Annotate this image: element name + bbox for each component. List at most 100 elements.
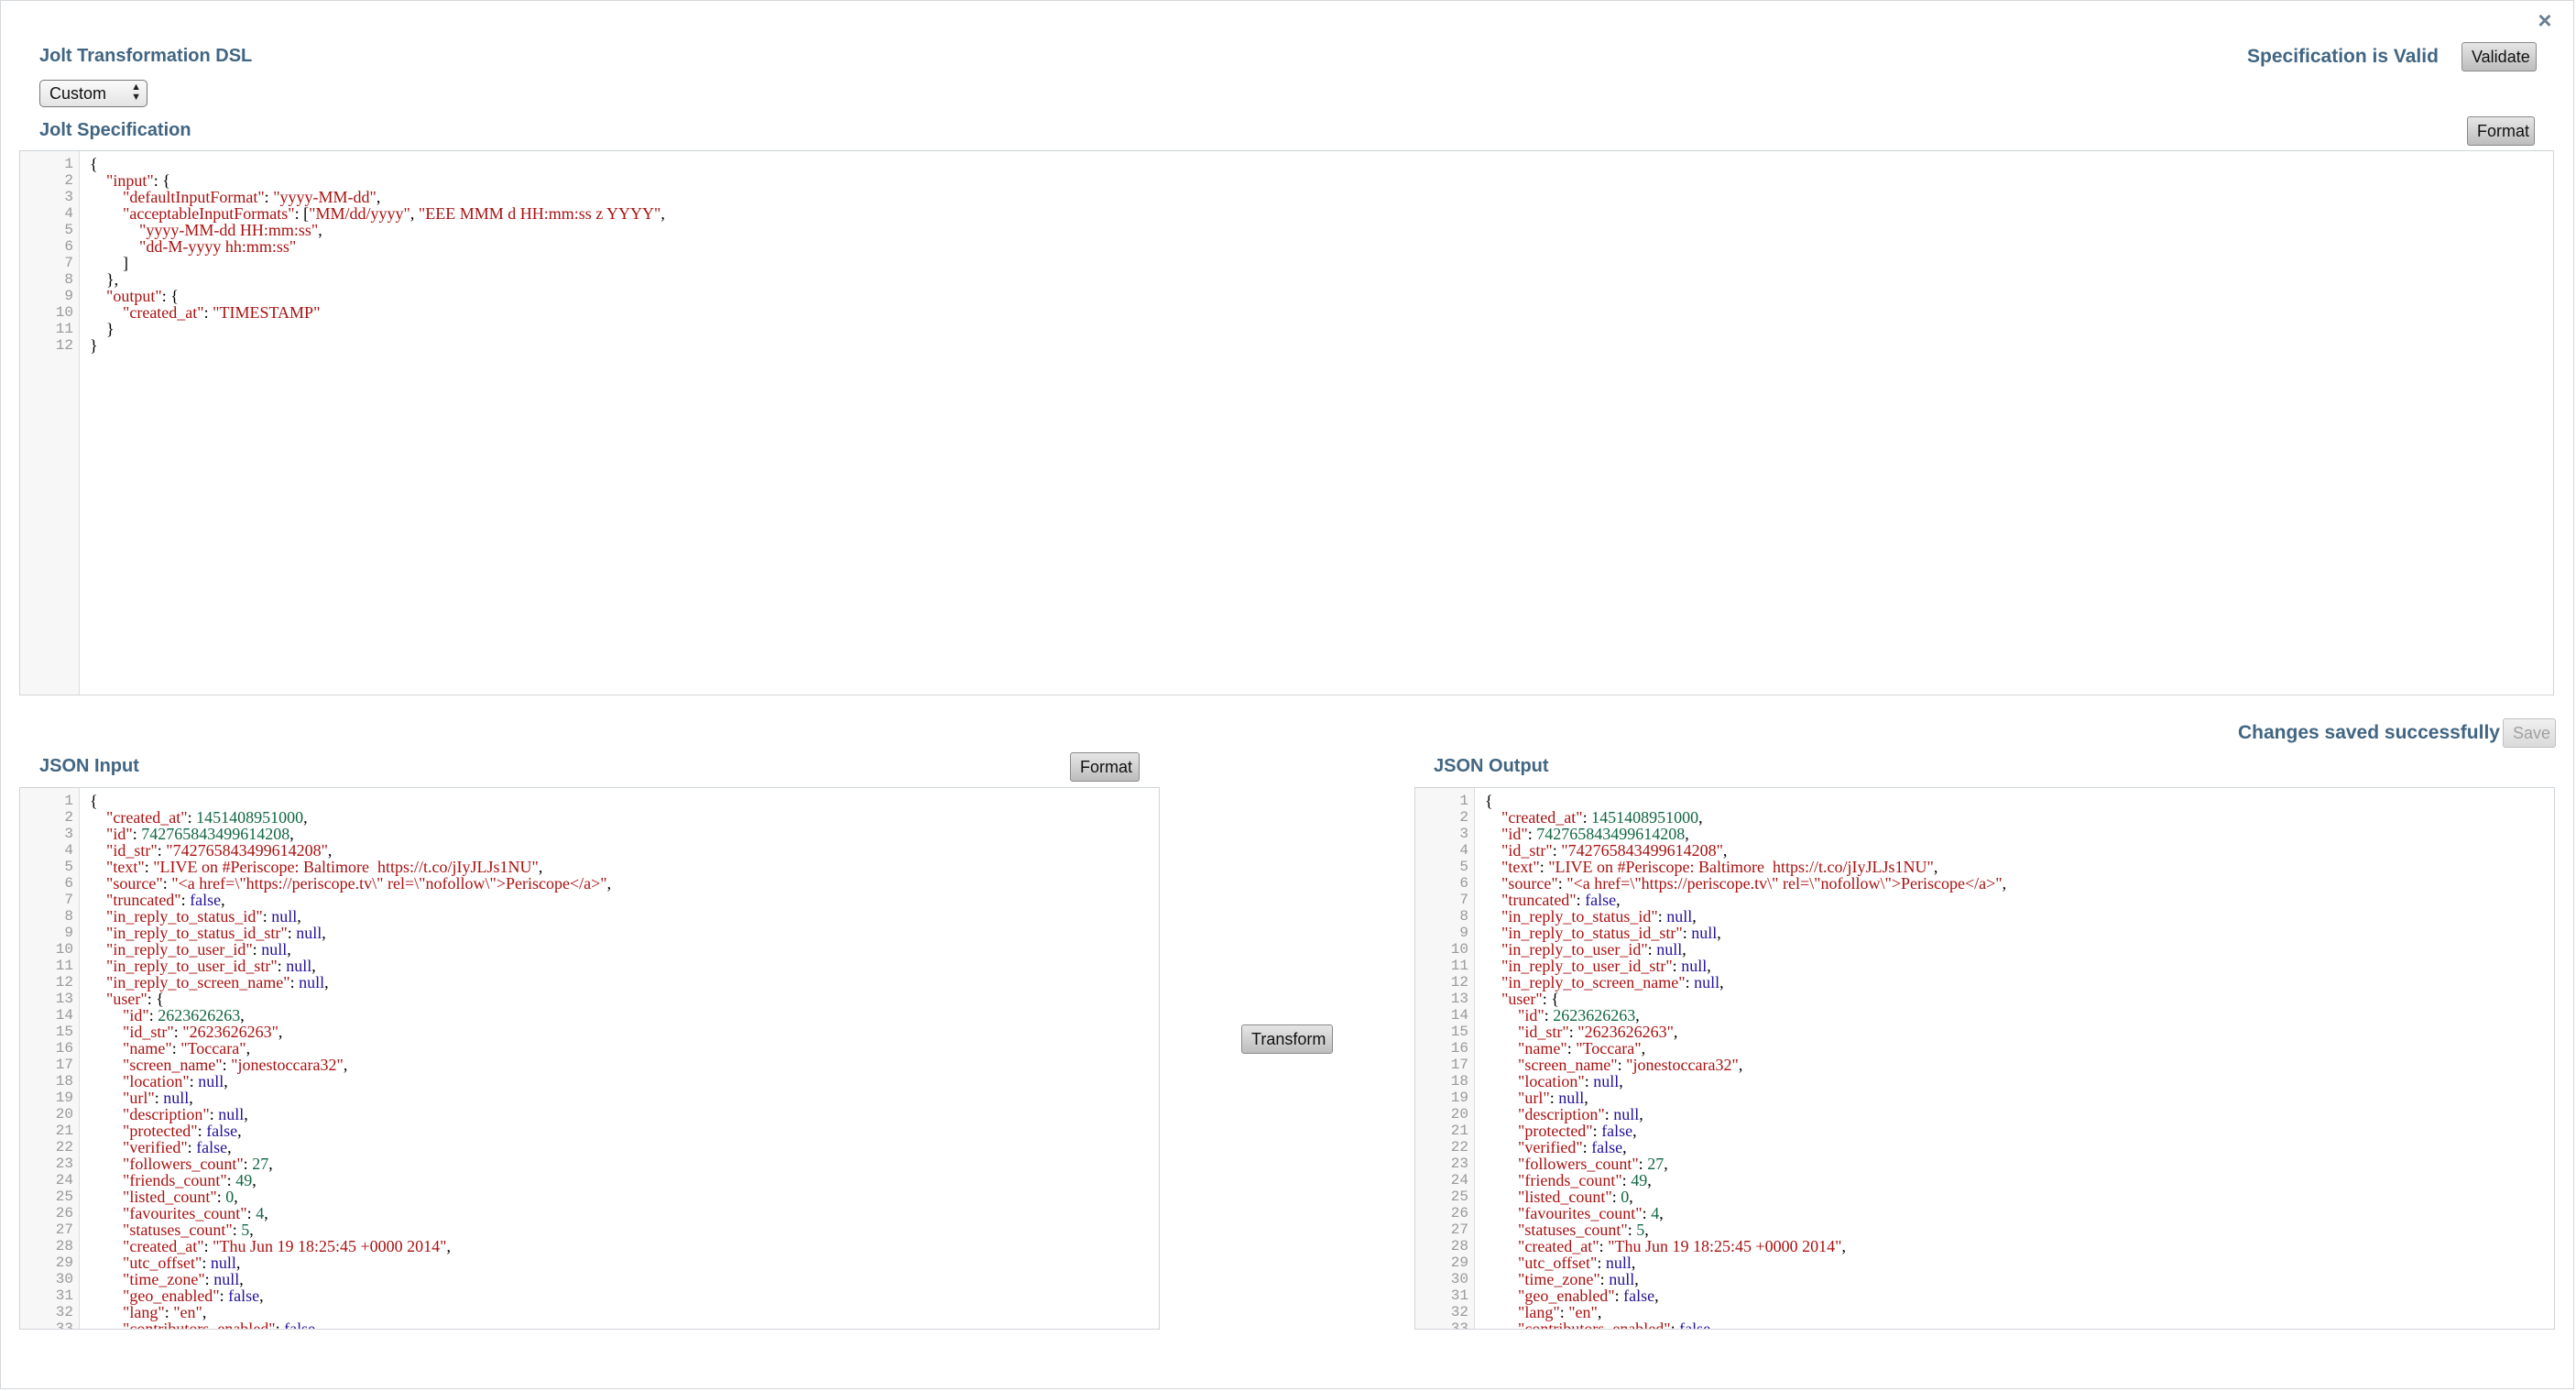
code-token: "yyyy-MM-dd HH:mm:ss" [139,221,319,239]
code-token: null [198,1072,224,1090]
code-token: : [262,907,272,926]
line-number: 33 [55,1320,73,1330]
code-token: false [1591,1138,1623,1156]
code-token: "text" [106,858,145,876]
code-token: "description" [1518,1105,1605,1123]
line-number: 9 [1459,925,1468,941]
code-token: "jonestoccara32" [231,1056,344,1074]
code-token: "Thu Jun 19 18:25:45 +0000 2014" [1608,1237,1842,1255]
code-line: "id_str": "742765843499614208", [90,842,332,859]
line-number: 16 [55,1040,73,1057]
code-line: "yyyy-MM-dd HH:mm:ss", [90,222,322,238]
code-token: , [1629,1188,1633,1206]
code-token: "listed_count" [1518,1188,1612,1206]
transform-button[interactable]: Transform [1241,1024,1333,1054]
line-number: 30 [55,1271,73,1287]
spec-format-button[interactable]: Format [2467,116,2535,146]
close-icon[interactable]: × [2529,5,2560,36]
input-format-button[interactable]: Format [1070,752,1140,782]
code-line: "source": "<a href=\"https://periscope.t… [1485,875,2006,892]
code-token: : [1621,1171,1632,1189]
code-token: "<a href=\"https://periscope.tv\" rel=\"… [171,874,607,893]
code-token: "favourites_count" [123,1204,247,1222]
code-line: "truncated": false, [90,892,225,908]
line-number: 32 [55,1304,73,1320]
dsl-select[interactable]: Custom ▲ ▼ [39,80,147,107]
validate-button[interactable]: Validate [2461,42,2537,71]
code-line: "id": 742765843499614208, [1485,826,1689,842]
spec-editor[interactable]: 1 2 3 4 5 6 7 8 9 10 11 12 { "input": { "defaultInp… [19,150,2554,696]
code-token: "user" [1501,990,1543,1008]
code-line: } [90,337,98,354]
code-token: , [322,924,326,942]
line-number: 29 [1450,1254,1468,1271]
code-token: : [232,1221,242,1239]
code-token: : [1682,924,1692,942]
code-line: { [90,156,98,172]
code-token: } [90,320,115,338]
line-number: 10 [1450,941,1468,958]
code-line: "user": { [90,991,164,1007]
code-line: "name": "Toccara", [90,1040,250,1057]
line-number: 31 [55,1287,73,1304]
code-line: "in_reply_to_user_id_str": null, [90,958,316,974]
code-token: "in_reply_to_user_id_str" [106,957,278,975]
code-token: 1451408951000 [196,808,304,827]
code-line: "created_at": 1451408951000, [90,809,308,826]
code-token: "id" [1501,825,1528,843]
code-token: , [376,188,381,206]
code-token: : [1582,808,1592,827]
line-number: 9 [64,925,73,941]
code-token: null [1681,957,1708,975]
input-gutter: 1 2 3 4 5 6 7 8 9 10 11 12 13 14 15 16 17 18 19 20 21 22 23 24 2… [20,788,80,1329]
line-number: 15 [1450,1024,1468,1040]
line-number: 12 [55,337,73,354]
code-token: , [327,841,333,860]
line-number: 29 [55,1254,73,1271]
code-line: "screen_name": "jonestoccara32", [1485,1057,1742,1073]
line-number: 7 [64,892,73,908]
code-token: , [2002,874,2007,893]
code-token: : [1557,874,1567,893]
input-editor[interactable]: 1 2 3 4 5 6 7 8 9 10 11 12 13 14 15 16 17 18 19 20 21 22 23 24 2… [19,787,1160,1330]
code-line: "in_reply_to_status_id_str": null, [1485,925,1721,941]
code-line: "defaultInputFormat": "yyyy-MM-dd", [90,189,380,205]
code-line: }, [90,271,118,288]
code-line: "source": "<a href=\"https://periscope.t… [90,875,611,892]
code-token: : [1604,1105,1614,1123]
code-token: "TIMESTAMP" [213,303,321,322]
code-token: "followers_count" [1518,1155,1639,1173]
save-button[interactable]: Save [2503,718,2556,748]
line-number: 19 [1450,1090,1468,1106]
code-token: : [1599,1270,1610,1288]
code-token: "source" [106,874,163,893]
code-token: "url" [1518,1089,1550,1107]
line-number: 8 [64,908,73,925]
code-token: null [1656,940,1683,958]
code-token: false [1585,891,1617,909]
line-number: 25 [55,1188,73,1205]
code-token: "truncated" [1501,891,1577,909]
code-token: false [1679,1320,1711,1330]
code-token: false [1623,1287,1655,1305]
code-token: , [1717,924,1721,942]
code-token: , [1682,940,1686,958]
code-token: "description" [123,1105,210,1123]
output-editor[interactable]: 1 2 3 4 5 6 7 8 9 10 11 12 13 14 15 16 17 18 19 20 21 22 23 24 2… [1414,787,2555,1330]
code-line: "created_at": "TIMESTAMP" [90,304,320,321]
line-number: 1 [64,156,73,172]
code-token: "name" [1518,1039,1567,1057]
code-line: "truncated": false, [1485,892,1621,908]
code-line: "verified": false, [1485,1139,1627,1156]
code-token: , [1722,841,1728,860]
code-token: null [1613,1105,1640,1123]
code-line: "in_reply_to_user_id": null, [1485,941,1686,958]
code-token: null [1694,973,1720,991]
line-number: 18 [55,1073,73,1090]
code-line: "id_str": "2623626263", [1485,1024,1677,1040]
